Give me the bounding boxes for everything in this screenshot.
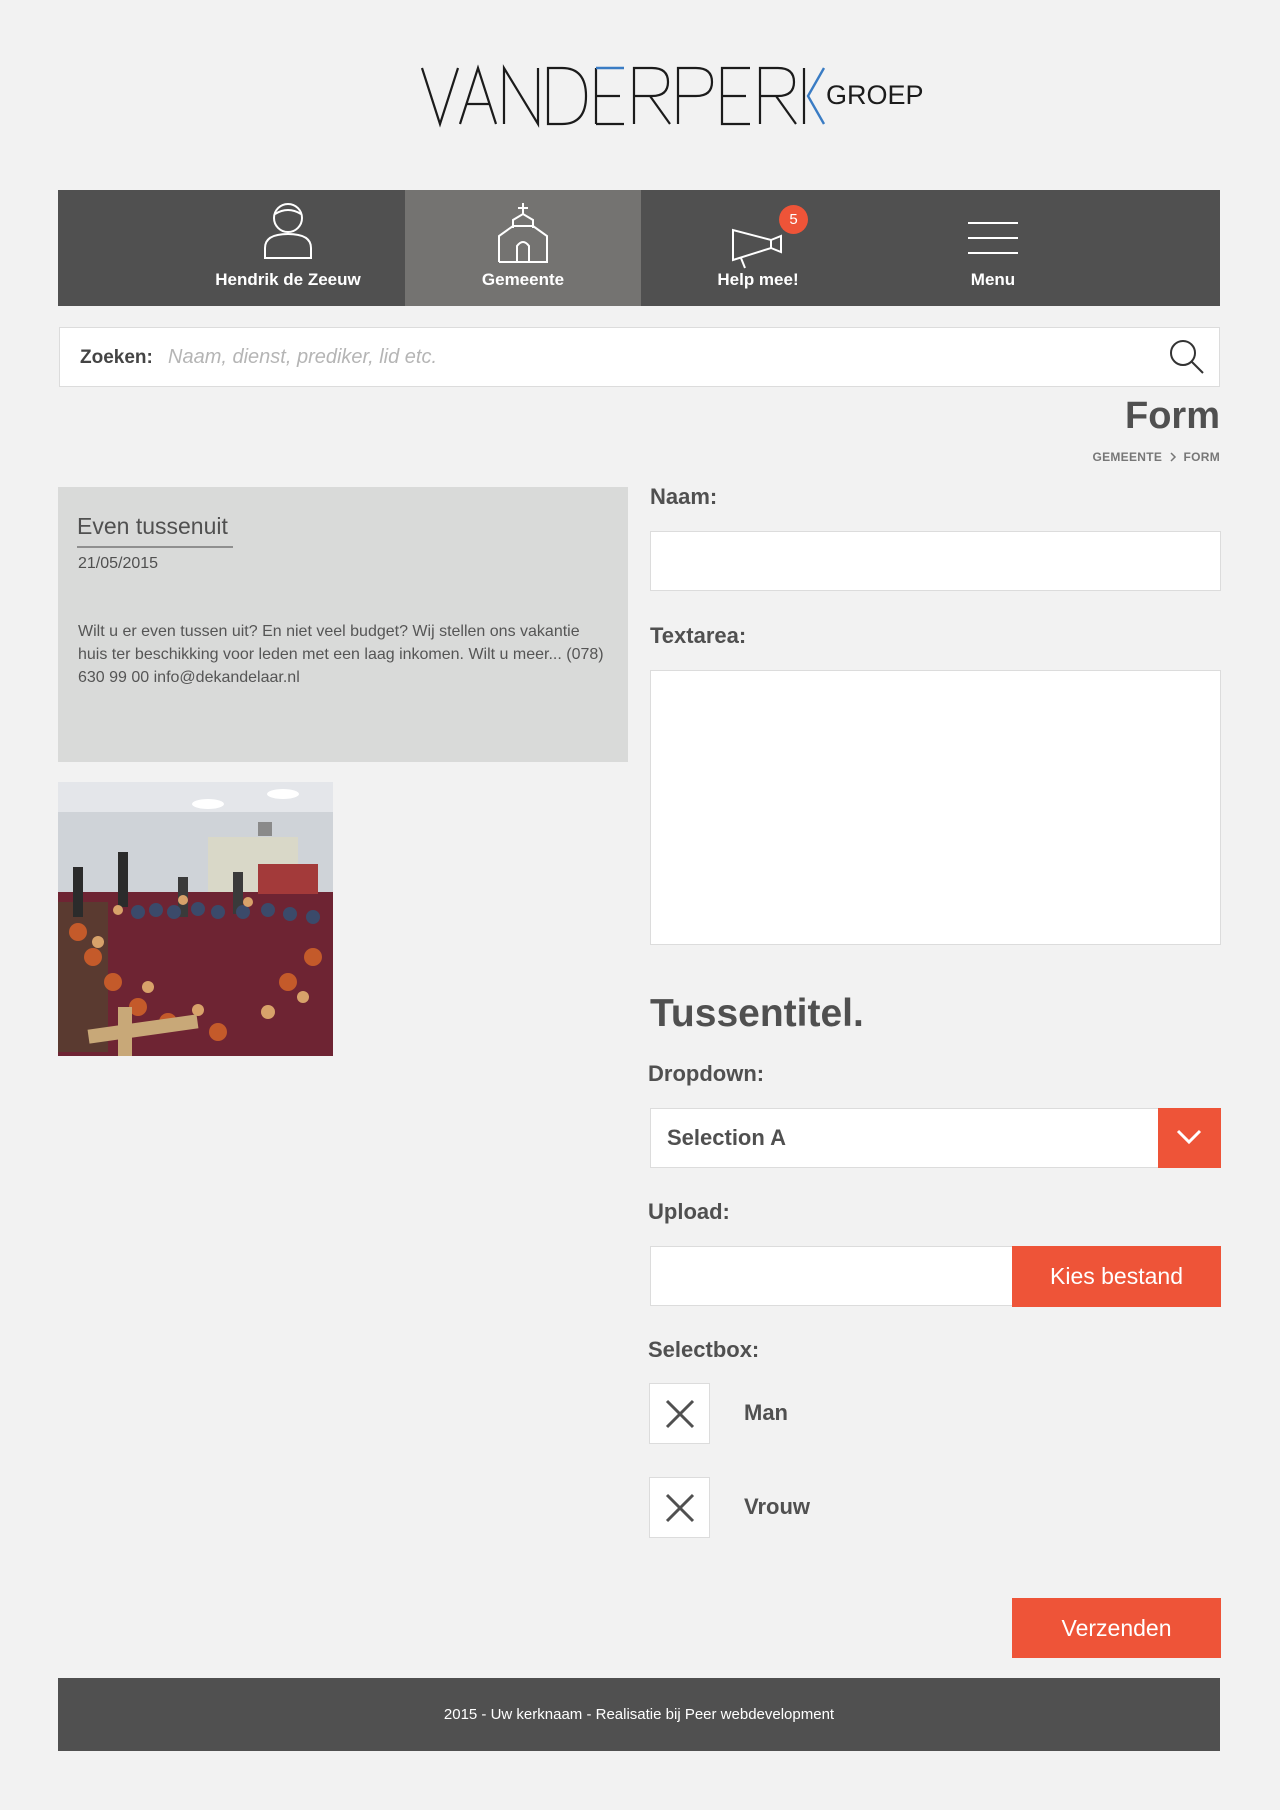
checkbox-label-vrouw[interactable]: Vrouw [744,1494,810,1520]
nav-label-menu: Menu [970,270,1016,289]
checkbox-man[interactable] [649,1383,710,1444]
main-nav: Hendrik de Zeeuw Gemeente 5 Help mee! Me… [58,190,1220,306]
chevron-down-icon [1176,1129,1202,1145]
checkbox-vrouw[interactable] [649,1477,710,1538]
hamburger-menu-icon [968,222,1018,254]
logo-wordmark [420,64,826,128]
checkbox-label-man[interactable]: Man [744,1400,788,1426]
page-title: Form [1125,395,1220,437]
megaphone-icon [732,228,782,269]
news-card[interactable]: Even tussenuit 21/05/2015 Wilt u er even… [58,487,628,762]
dropdown-label: Dropdown: [648,1061,765,1086]
choose-file-button[interactable]: Kies bestand [1012,1246,1221,1307]
selectbox-label: Selectbox: [648,1337,760,1362]
naam-field-wrapper [650,531,1221,591]
nav-label-profile: Hendrik de Zeeuw [215,270,361,289]
breadcrumb-link-gemeente[interactable]: GEMEENTE [1092,450,1162,464]
nav-label-gemeente: Gemeente [481,270,565,289]
naam-label: Naam: [650,484,718,509]
footer: 2015 - Uw kerknaam - Realisatie bij Peer… [58,1678,1220,1751]
upload-label: Upload: [648,1199,730,1224]
section-subtitle: Tussentitel. [650,992,864,1035]
chevron-right-icon [1170,452,1176,462]
footer-text: 2015 - Uw kerknaam - Realisatie bij Peer… [443,1706,835,1723]
breadcrumb: GEMEENTE FORM [1092,449,1220,464]
church-icon [498,203,548,263]
news-photo [58,782,333,1056]
dropdown-toggle[interactable] [1158,1108,1221,1168]
textarea-wrapper [650,670,1221,945]
notification-badge: 5 [779,205,808,234]
search-input[interactable] [168,338,1128,376]
upload-filename-field[interactable] [650,1246,1013,1306]
dropdown-select[interactable]: Selection A [650,1108,1221,1168]
search-label: Zoeken: [80,347,153,368]
nav-item-profile[interactable]: Hendrik de Zeeuw [170,190,406,306]
nav-item-help[interactable]: 5 Help mee! [640,190,876,306]
naam-input[interactable] [651,532,1220,590]
logo-suffix: GROEP [826,80,924,110]
nav-item-menu[interactable]: Menu [875,190,1111,306]
submit-button[interactable]: Verzenden [1012,1598,1221,1658]
news-card-text: Wilt u er even tussen uit? En niet veel … [78,623,604,686]
close-x-icon [665,1399,695,1429]
search-icon[interactable] [1169,339,1205,375]
news-card-date: 21/05/2015 [78,555,159,572]
nav-item-gemeente[interactable]: Gemeente [405,190,641,306]
textarea-input[interactable] [651,671,1220,944]
nav-label-help: Help mee! [717,270,799,289]
textarea-label: Textarea: [650,623,747,648]
news-card-title[interactable]: Even tussenuit [77,513,233,548]
dropdown-selected-value: Selection A [667,1125,786,1150]
user-icon [264,203,312,259]
logo[interactable]: GROEP [420,60,924,132]
breadcrumb-current: FORM [1183,449,1220,464]
close-x-icon [665,1493,695,1523]
search-bar: Zoeken: [59,327,1220,387]
